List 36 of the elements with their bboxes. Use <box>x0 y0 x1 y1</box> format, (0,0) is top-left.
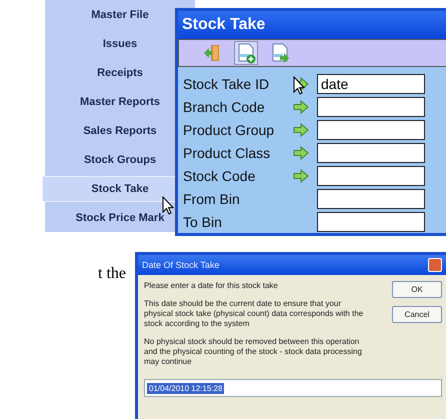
field-label: Product Class <box>183 145 272 161</box>
menu-item[interactable]: Master Reports <box>74 89 166 115</box>
input-field[interactable] <box>317 97 425 117</box>
cursor-icon <box>162 196 174 215</box>
input-field[interactable] <box>317 189 425 209</box>
menu-item[interactable]: Issues <box>98 31 142 57</box>
input-field[interactable] <box>317 143 425 163</box>
menu-item[interactable]: Master File <box>86 2 154 28</box>
arrow-icon[interactable] <box>293 169 309 183</box>
field-label: Product Group <box>183 122 276 138</box>
input-field[interactable]: date <box>317 74 425 94</box>
dialog-message: This date should be the current date to ensure that your physical stock take (physical count) data corresponds with the stock according to the system <box>144 299 364 329</box>
close-button[interactable] <box>428 258 442 272</box>
new-document-icon[interactable] <box>235 42 257 64</box>
dialog-message: No physical stock should be removed between this operation and the physical counting of the stock - stock data processing may continue <box>144 337 363 367</box>
input-field[interactable] <box>317 212 425 232</box>
field-label: Branch Code <box>183 99 266 115</box>
date-input[interactable]: 01/04/2010 12:15:28 <box>144 379 442 397</box>
dialog-button[interactable]: OK <box>392 281 442 298</box>
input-field[interactable] <box>317 120 425 140</box>
body-text: t the <box>98 265 126 283</box>
menu-item[interactable]: Stock Price Mark <box>70 205 170 231</box>
arrow-icon[interactable] <box>293 146 309 160</box>
menu-item[interactable]: Receipts <box>92 60 148 86</box>
field-label: To Bin <box>183 214 223 230</box>
dialog-title: Date Of Stock Take <box>142 260 220 270</box>
dialog-message: Please enter a date for this stock take <box>144 281 279 291</box>
field-label: Stock Take ID <box>183 76 270 92</box>
dialog-button[interactable]: Cancel <box>392 306 442 323</box>
arrow-icon[interactable] <box>293 123 309 137</box>
menu-item[interactable]: Stock Groups <box>78 147 162 173</box>
arrow-icon[interactable] <box>293 100 309 114</box>
window-title: Stock Take <box>178 11 446 39</box>
cursor-icon <box>293 76 305 95</box>
menu-item[interactable]: Sales Reports <box>78 118 162 144</box>
input-field[interactable] <box>317 166 425 186</box>
